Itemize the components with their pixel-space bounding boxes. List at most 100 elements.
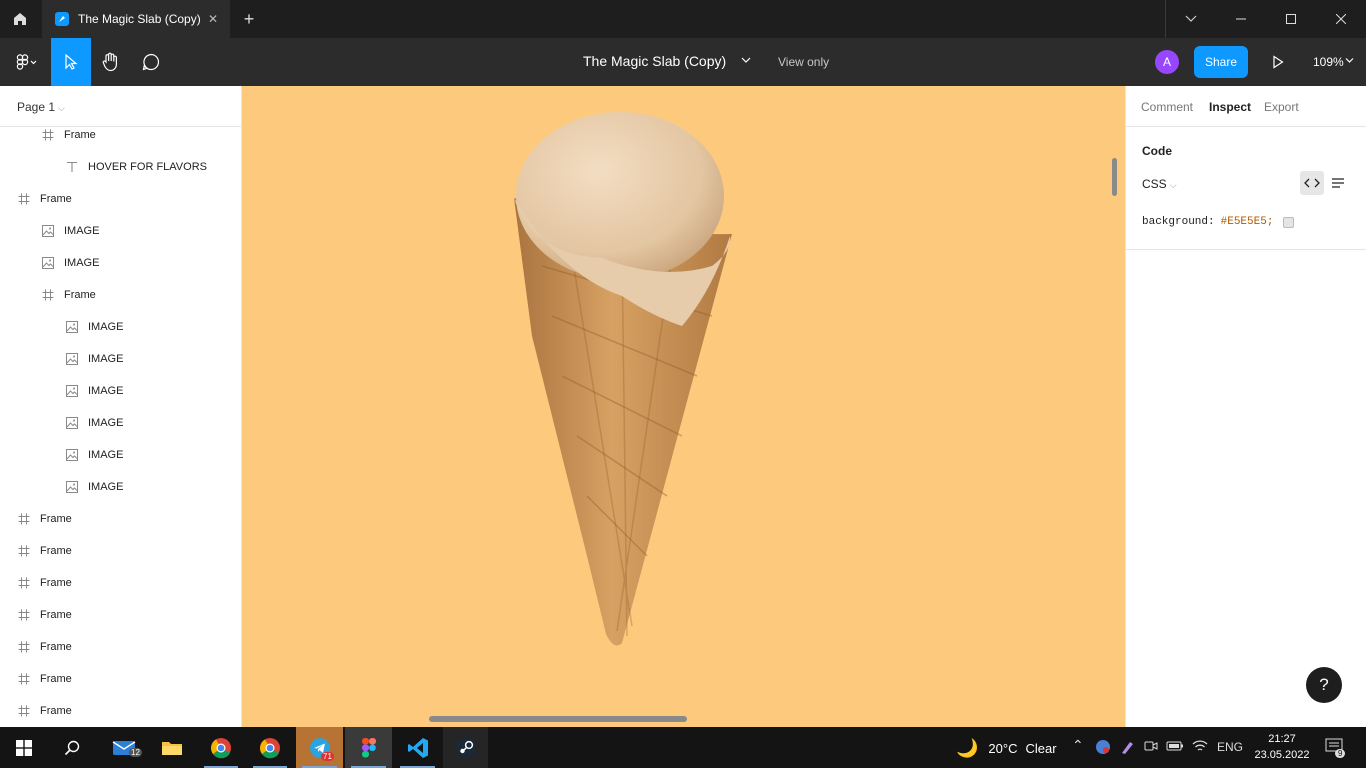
layer-label: IMAGE (88, 449, 124, 461)
horizontal-scrollbar[interactable] (429, 716, 687, 722)
tabs-dropdown-button[interactable] (1166, 0, 1216, 38)
search-button[interactable] (52, 727, 92, 768)
hand-tool-button[interactable] (91, 38, 131, 86)
layer-row[interactable]: Frame (40, 279, 96, 311)
tab-comment[interactable]: Comment (1141, 100, 1193, 114)
frame-layer-icon (16, 671, 32, 687)
layer-label: Frame (40, 513, 72, 525)
layer-label: Frame (40, 673, 72, 685)
layers-panel: Page 1 ⌵ Frame HOVER FOR FLAVORS Frame IMAGE… (0, 86, 242, 727)
hand-icon (102, 52, 117, 72)
taskbar-vscode[interactable] (394, 727, 441, 768)
layer-row[interactable]: Frame (16, 599, 72, 631)
layer-label: Frame (40, 545, 72, 557)
ice-cream-cone-image[interactable] (242, 86, 1125, 727)
layer-row[interactable]: Frame (40, 119, 96, 151)
clock[interactable]: 21:27 23.05.2022 (1252, 731, 1312, 763)
layer-row[interactable]: IMAGE (64, 471, 123, 503)
frame-layer-icon (16, 575, 32, 591)
moon-icon: 🌙 (956, 738, 979, 758)
taskbar-steam[interactable] (443, 727, 488, 768)
vertical-scrollbar[interactable] (1112, 158, 1117, 196)
layer-row[interactable]: Frame (16, 503, 72, 535)
chevron-down-icon[interactable] (741, 56, 751, 64)
main-menu-button[interactable] (6, 38, 46, 86)
maximize-icon (1286, 14, 1296, 24)
divider (1126, 249, 1366, 250)
layer-label: Frame (40, 577, 72, 589)
layer-row[interactable]: IMAGE (64, 311, 123, 343)
file-tab[interactable]: The Magic Slab (Copy) ✕ (42, 0, 230, 38)
frame-layer-icon (16, 511, 32, 527)
layer-row[interactable]: IMAGE (64, 375, 123, 407)
layer-label: Frame (64, 289, 96, 301)
layer-row[interactable]: IMAGE (40, 215, 99, 247)
taskbar-chrome[interactable] (198, 727, 244, 768)
css-value[interactable]: #E5E5E5; (1221, 216, 1274, 228)
figma-window: The Magic Slab (Copy) ✕ + The Magic Slab… (0, 0, 1366, 768)
layer-row[interactable]: HOVER FOR FLAVORS (64, 151, 207, 183)
close-window-button[interactable] (1316, 0, 1366, 38)
code-view-button[interactable] (1300, 171, 1324, 195)
minimize-button[interactable] (1216, 0, 1266, 38)
list-view-button[interactable] (1326, 171, 1350, 195)
taskbar-chrome-profile[interactable] (247, 727, 293, 768)
document-title[interactable]: The Magic Slab (Copy) (583, 53, 726, 69)
start-button[interactable] (4, 727, 44, 768)
layer-row[interactable]: Frame (16, 535, 72, 567)
layer-row[interactable]: Frame (16, 631, 72, 663)
list-icon (1332, 178, 1344, 188)
taskbar-explorer[interactable] (150, 727, 194, 768)
zoom-level[interactable]: 109% (1313, 55, 1344, 69)
layer-row[interactable]: Frame (16, 183, 72, 215)
tray-expand-icon[interactable]: ⌃ (1072, 737, 1084, 754)
tab-export[interactable]: Export (1264, 100, 1299, 114)
new-tab-button[interactable]: + (238, 8, 260, 30)
help-button[interactable]: ? (1306, 667, 1342, 703)
layer-row[interactable]: IMAGE (40, 247, 99, 279)
move-tool-button[interactable] (51, 38, 91, 86)
frame-layer-icon (40, 287, 56, 303)
layer-label: Frame (64, 129, 96, 141)
image-layer-icon (64, 447, 80, 463)
battery-icon[interactable] (1166, 739, 1184, 756)
weather-widget[interactable]: 🌙 20°C Clear (956, 738, 1057, 759)
avatar[interactable]: A (1155, 50, 1179, 74)
clock-time: 21:27 (1268, 733, 1296, 745)
taskbar-figma[interactable] (345, 727, 392, 768)
layer-row[interactable]: Frame (16, 663, 72, 695)
language-select[interactable]: CSS ⌵ (1142, 177, 1177, 191)
comment-tool-button[interactable] (131, 38, 171, 86)
maximize-button[interactable] (1266, 0, 1316, 38)
wifi-icon[interactable] (1192, 739, 1208, 756)
layer-row[interactable]: Frame (16, 567, 72, 599)
chevron-down-icon: ⌵ (1169, 180, 1177, 190)
canvas[interactable] (242, 86, 1125, 727)
home-button[interactable] (0, 0, 40, 38)
layer-label: IMAGE (88, 481, 124, 493)
input-language[interactable]: ENG (1217, 740, 1243, 754)
meet-now-icon[interactable] (1144, 739, 1158, 756)
share-button[interactable]: Share (1194, 46, 1248, 78)
page-selector[interactable]: Page 1 ⌵ (17, 100, 65, 114)
chrome-icon (260, 737, 280, 758)
layer-row[interactable]: Frame (16, 695, 72, 727)
chevron-down-icon[interactable] (1345, 57, 1354, 64)
css-property: background: (1142, 216, 1215, 228)
tray-app-icon[interactable] (1095, 739, 1111, 758)
layer-row[interactable]: IMAGE (64, 439, 123, 471)
present-button[interactable] (1266, 50, 1290, 74)
toolbar: The Magic Slab (Copy) View only A Share … (0, 38, 1366, 86)
layer-row[interactable]: IMAGE (64, 343, 123, 375)
pen-icon[interactable] (1120, 739, 1136, 758)
layer-row[interactable]: IMAGE (64, 407, 123, 439)
minimize-icon (1236, 18, 1246, 20)
layer-label: IMAGE (64, 257, 100, 269)
cursor-icon (65, 54, 78, 70)
taskbar-mail[interactable]: 12 (101, 727, 147, 768)
layer-label: IMAGE (88, 385, 124, 397)
tab-inspect[interactable]: Inspect (1209, 100, 1251, 114)
close-tab-icon[interactable]: ✕ (208, 12, 218, 26)
taskbar-telegram[interactable]: 71 (296, 727, 343, 768)
layer-label: Frame (40, 193, 72, 205)
